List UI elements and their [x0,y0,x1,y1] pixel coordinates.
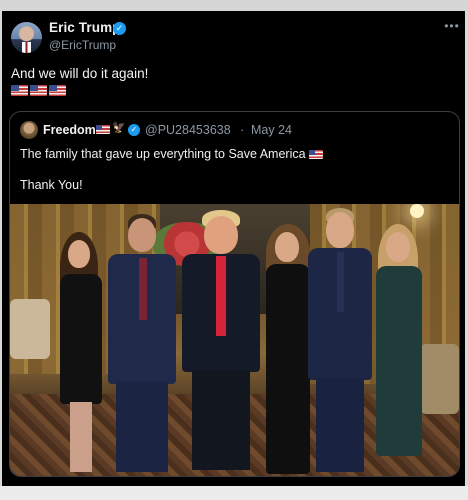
verified-icon: ✓ [128,124,140,136]
window-top-bar [0,0,468,11]
us-flag-icon [49,85,66,96]
author-display-name[interactable]: Eric Trump [49,20,121,35]
quoted-tweet[interactable]: Freedom 🦅 ✓ @PU28453638 · May 24 The fam… [9,111,460,477]
us-flag-icon [309,150,324,159]
quoted-tweet-date[interactable]: May 24 [251,123,292,137]
eagle-icon: 🦅 [112,122,126,134]
quoted-author-avatar[interactable] [20,121,38,139]
quoted-tweet-text: The family that gave up everything to Sa… [20,147,324,161]
us-flag-icon [30,85,47,96]
tweet-text: And we will do it again! [11,66,149,81]
us-flag-icon [96,125,110,134]
quoted-tweet-second-line: Thank You! [20,178,83,192]
tweet-flags [11,85,66,96]
photo-sofa [10,299,50,359]
quoted-author-name[interactable]: Freedom [43,123,96,137]
quoted-author-handle[interactable]: @PU28453638 [145,123,231,137]
tweet-card[interactable]: Eric Trump ✓ @EricTrump ••• And we will … [2,11,465,486]
verified-icon: ✓ [113,22,126,35]
photo-person [178,210,264,476]
author-avatar[interactable] [11,22,42,53]
photo-person [366,224,432,476]
photo-lamp [410,204,424,218]
author-handle[interactable]: @EricTrump [49,38,116,52]
separator-dot: · [240,123,245,137]
quoted-tweet-text-body: The family that gave up everything to Sa… [20,147,306,161]
quoted-tweet-photo[interactable] [10,204,459,476]
photo-person [102,214,182,476]
us-flag-icon [11,85,28,96]
window-bottom-bar [0,486,468,500]
more-options-icon[interactable]: ••• [443,19,461,33]
avatar-shirt [22,42,31,53]
